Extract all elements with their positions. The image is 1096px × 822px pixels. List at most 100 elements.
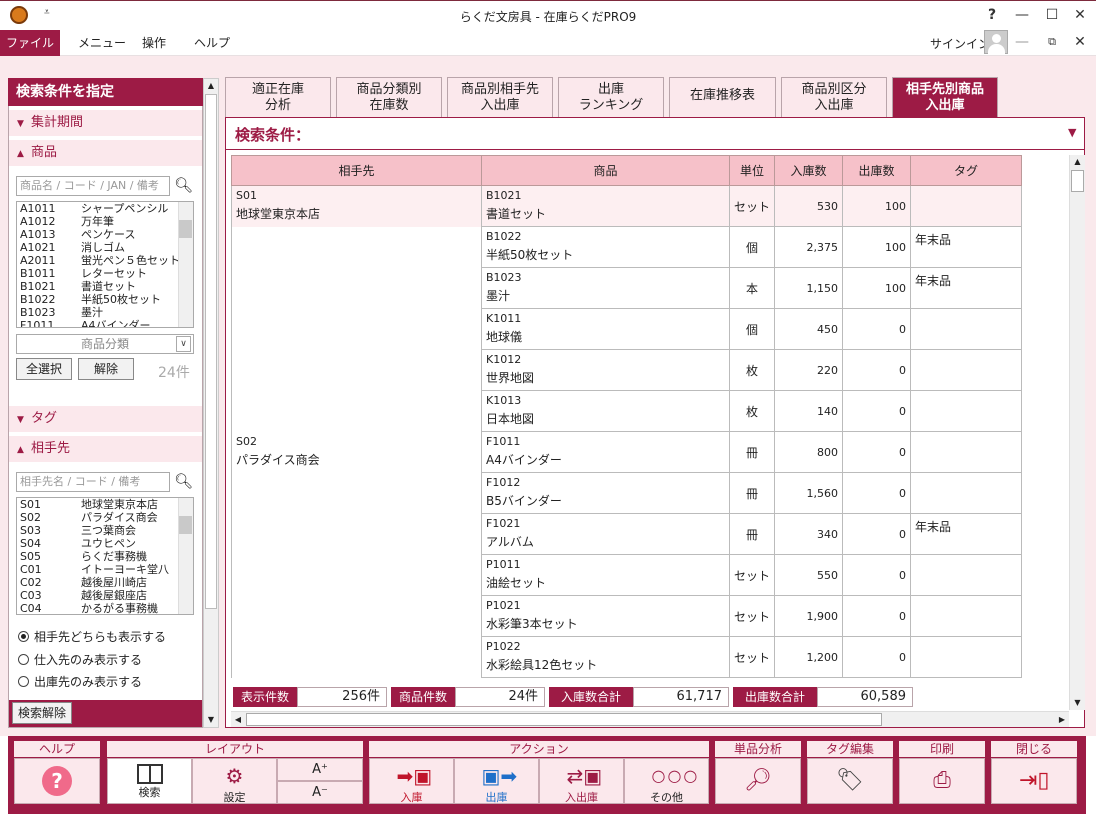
scroll-up-icon[interactable]: ▲	[1070, 155, 1085, 169]
table-row[interactable]: B1022 半紙50枚セット 個 2,375 100 年末品	[231, 226, 1022, 268]
close-window-button[interactable]: ✕	[1068, 4, 1092, 26]
table-row[interactable]: K1013 日本地図 枚 140 0	[231, 390, 1022, 432]
table-row[interactable]: B1023 墨汁 本 1,150 100 年末品	[231, 267, 1022, 309]
product-list[interactable]: A1011 シャープペンシル A1012 万年筆 A1013 ペンケース A1021 消しゴム…	[16, 201, 194, 328]
table-row[interactable]: S02 パラダイス商会 F1011 A4バインダー 冊 800 0	[231, 431, 1022, 473]
supplier-list-item[interactable]: S04 ユウヒペン	[17, 537, 193, 550]
supplier-list[interactable]: S01 地球堂東京本店 S02 パラダイス商会 S03 三つ葉商会 S04 ユウヒペン S05 ら…	[16, 497, 194, 615]
product-list-item[interactable]: B1023 墨汁	[17, 306, 193, 319]
stock-in-button[interactable]: ➡▣ 入庫	[369, 758, 454, 804]
product-list-item[interactable]: B1022 半紙50枚セット	[17, 293, 193, 306]
print-button[interactable]: ⎙	[899, 758, 985, 804]
table-row[interactable]: F1012 B5バインダー 冊 1,560 0	[231, 472, 1022, 514]
doc-close-button[interactable]: ✕	[1068, 31, 1092, 53]
user-avatar-icon[interactable]	[984, 30, 1008, 54]
section-supplier[interactable]: ▲ 相手先	[9, 436, 202, 462]
scroll-right-icon[interactable]: ▶	[1055, 712, 1069, 727]
clear-selection-button[interactable]: 解除	[78, 358, 134, 380]
stock-inout-button[interactable]: ⇄▣ 入出庫	[539, 758, 624, 804]
settings-button[interactable]: ⚙ 設定	[192, 758, 277, 804]
table-horizontal-scrollbar[interactable]: ◀ ▶	[231, 711, 1069, 727]
product-list-scrollbar[interactable]	[178, 202, 193, 327]
report-tab-1[interactable]: 適正在庫 分析	[225, 77, 331, 117]
table-row[interactable]: K1012 世界地図 枚 220 0	[231, 349, 1022, 391]
section-product[interactable]: ▲ 商品	[9, 140, 202, 166]
font-increase-button[interactable]: A⁺	[277, 758, 363, 781]
section-tag[interactable]: ▼ タグ	[9, 406, 202, 432]
scroll-up-icon[interactable]: ▲	[204, 79, 218, 93]
report-tab-6[interactable]: 商品別区分 入出庫	[781, 77, 887, 117]
menu-operations[interactable]: 操作	[128, 30, 180, 56]
product-list-item[interactable]: A1011 シャープペンシル	[17, 202, 193, 215]
supplier-list-item[interactable]: C01 イトーヨーキ堂八	[17, 563, 193, 576]
close-app-button[interactable]: ⇥▯	[991, 758, 1077, 804]
supplier-list-item[interactable]: C04 かるがる事務機	[17, 602, 193, 614]
column-header[interactable]: 入庫数	[774, 155, 843, 186]
supplier-list-item[interactable]: S03 三つ葉商会	[17, 524, 193, 537]
menu-help[interactable]: ヘルプ	[180, 30, 244, 56]
section-period[interactable]: ▼ 集計期間	[9, 110, 202, 136]
product-search-input[interactable]: 商品名 / コード / JAN / 備考	[16, 176, 170, 196]
layout-search-button[interactable]: 検索	[107, 758, 192, 804]
minimize-button[interactable]: —	[1010, 4, 1034, 26]
font-decrease-button[interactable]: A⁻	[277, 781, 363, 804]
doc-restore-button[interactable]: ⧉	[1040, 31, 1064, 53]
expand-condition-icon[interactable]: ▼	[1068, 126, 1076, 139]
scroll-down-icon[interactable]: ▼	[1070, 696, 1085, 710]
table-row[interactable]: P1011 油絵セット セット 550 0	[231, 554, 1022, 596]
radio-show-out[interactable]: 出庫先のみ表示する	[18, 673, 142, 691]
supplier-search-icon[interactable]: 🔍︎	[174, 472, 193, 490]
help-icon[interactable]: ?	[980, 4, 1004, 26]
supplier-list-item[interactable]: S05 らくだ事務機	[17, 550, 193, 563]
column-header[interactable]: 相手先	[231, 155, 482, 186]
scroll-thumb[interactable]	[205, 94, 217, 609]
search-panel-scrollbar[interactable]: ▲ ▼	[203, 78, 219, 728]
report-tab-7[interactable]: 相手先別商品 入出庫	[892, 77, 998, 117]
table-row[interactable]: K1011 地球儀 個 450 0	[231, 308, 1022, 350]
column-header[interactable]: 出庫数	[842, 155, 911, 186]
supplier-list-item[interactable]: C02 越後屋川崎店	[17, 576, 193, 589]
supplier-search-input[interactable]: 相手先名 / コード / 備考	[16, 472, 170, 492]
supplier-list-item[interactable]: S02 パラダイス商会	[17, 511, 193, 524]
product-list-item[interactable]: A1021 消しゴム	[17, 241, 193, 254]
product-category-select[interactable]: 商品分類 ∨	[16, 334, 194, 354]
column-header[interactable]: タグ	[910, 155, 1022, 186]
column-header[interactable]: 単位	[729, 155, 775, 186]
scroll-thumb[interactable]	[246, 713, 882, 726]
radio-show-both[interactable]: 相手先どちらも表示する	[18, 628, 166, 646]
doc-minimize-button[interactable]: —	[1010, 31, 1034, 53]
table-vertical-scrollbar[interactable]: ▲ ▼	[1069, 155, 1085, 710]
supplier-list-item[interactable]: C03 越後屋銀座店	[17, 589, 193, 602]
scroll-down-icon[interactable]: ▼	[204, 713, 218, 727]
table-row[interactable]: P1021 水彩筆3本セット セット 1,900 0	[231, 595, 1022, 637]
clear-search-button[interactable]: 検索解除	[12, 702, 72, 724]
tag-edit-button[interactable]: 🏷︎	[807, 758, 893, 804]
help-button[interactable]: ?	[14, 758, 100, 804]
other-actions-button[interactable]: ○○○ その他	[624, 758, 709, 804]
maximize-button[interactable]: ☐	[1040, 4, 1064, 26]
product-list-item[interactable]: A2011 蛍光ペン５色セット	[17, 254, 193, 267]
column-header[interactable]: 商品	[481, 155, 730, 186]
product-list-item[interactable]: A1012 万年筆	[17, 215, 193, 228]
product-list-item[interactable]: A1013 ペンケース	[17, 228, 193, 241]
signin-link[interactable]: サインイン	[930, 35, 990, 52]
product-list-item[interactable]: F1011 A4バインダー	[17, 319, 193, 327]
supplier-list-item[interactable]: S01 地球堂東京本店	[17, 498, 193, 511]
product-analysis-button[interactable]: 🔎︎	[715, 758, 801, 804]
report-tab-2[interactable]: 商品分類別 在庫数	[336, 77, 442, 117]
report-tab-4[interactable]: 出庫 ランキング	[558, 77, 664, 117]
select-all-button[interactable]: 全選択	[16, 358, 72, 380]
report-tab-5[interactable]: 在庫推移表	[669, 77, 776, 117]
scroll-thumb[interactable]	[1071, 170, 1084, 192]
product-list-item[interactable]: B1011 レターセット	[17, 267, 193, 280]
supplier-list-scrollbar[interactable]	[178, 498, 193, 614]
table-row[interactable]: S01 地球堂東京本店 B1021 書道セット セット 530 100	[231, 185, 1022, 227]
menu-file[interactable]: ファイル	[0, 30, 60, 56]
table-row[interactable]: F1021 アルバム 冊 340 0 年末品	[231, 513, 1022, 555]
stock-out-button[interactable]: ▣➡ 出庫	[454, 758, 539, 804]
product-list-item[interactable]: B1021 書道セット	[17, 280, 193, 293]
report-tab-3[interactable]: 商品別相手先 入出庫	[447, 77, 553, 117]
scroll-left-icon[interactable]: ◀	[231, 712, 245, 727]
radio-show-in[interactable]: 仕入先のみ表示する	[18, 651, 142, 669]
product-search-icon[interactable]: 🔍︎	[174, 176, 193, 194]
